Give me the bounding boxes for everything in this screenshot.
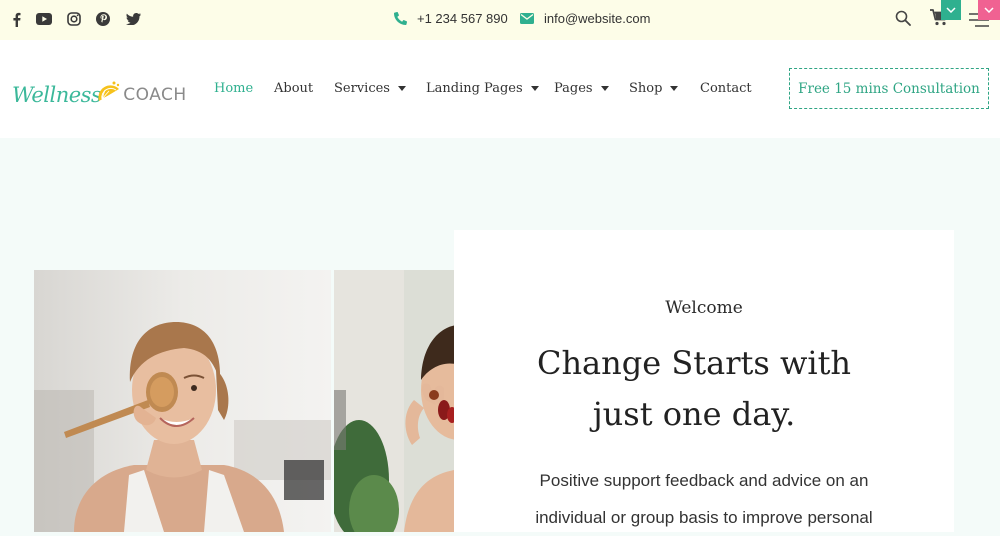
hero-description-line2: individual or group basis to improve per… [535,508,873,527]
nav-about[interactable]: About [274,81,313,96]
nav-home-label: Home [214,81,254,96]
hero-photo-berry [334,270,454,532]
nav-shop-label: Shop [629,81,663,96]
site-logo[interactable]: Wellness COACH [12,73,187,107]
email-contact[interactable]: info@website.com [520,11,650,26]
menu-dropdown-toggle[interactable] [978,0,1000,20]
nav-home[interactable]: Home [214,81,253,96]
nav-pages[interactable]: Pages [554,81,609,96]
email-address: info@website.com [544,11,651,26]
nav-landing-label: Landing Pages [426,81,523,96]
facebook-icon[interactable] [8,11,24,27]
nav-contact[interactable]: Contact [700,81,752,96]
pinterest-icon[interactable] [95,11,111,27]
hero-description: Positive support feedback and advice on … [504,462,904,536]
hero-headline-line2: just one day. [592,395,796,433]
nav-about-label: About [274,81,314,96]
caret-down-icon [530,86,539,91]
nav-contact-label: Contact [700,81,752,96]
lemon-icon [98,81,120,101]
caret-down-icon [397,86,406,91]
nav-shop[interactable]: Shop [629,81,679,96]
nav-services-label: Services [334,81,390,96]
nav-landing-pages[interactable]: Landing Pages [426,81,539,96]
hero-description-line1: Positive support feedback and advice on … [539,471,869,490]
youtube-icon[interactable] [36,11,52,27]
hero-eyebrow: Welcome [665,298,743,318]
twitter-icon[interactable] [125,11,141,27]
search-icon[interactable] [895,10,911,31]
instagram-icon[interactable] [66,11,82,27]
cart-dropdown-toggle[interactable] [941,0,961,20]
phone-contact[interactable]: +1 234 567 890 [394,11,508,26]
logo-coach-text: COACH [123,85,187,105]
nav-pages-label: Pages [554,81,593,96]
hero-photo-spoon [34,270,331,532]
caret-down-icon [670,86,679,91]
chevron-down-icon [984,7,994,13]
mail-icon [520,13,534,24]
nav-services[interactable]: Services [334,81,406,96]
welcome-card: Welcome Change Starts with just one day.… [454,230,954,532]
hero-headline: Change Starts with just one day. [474,338,914,440]
consultation-button[interactable]: Free 15 mins Consultation [789,68,989,109]
hero-headline-line1: Change Starts with [536,344,852,382]
phone-number: +1 234 567 890 [417,11,508,26]
phone-icon [394,12,407,25]
chevron-down-icon [946,7,956,13]
logo-script-text: Wellness [12,83,102,107]
caret-down-icon [600,86,609,91]
